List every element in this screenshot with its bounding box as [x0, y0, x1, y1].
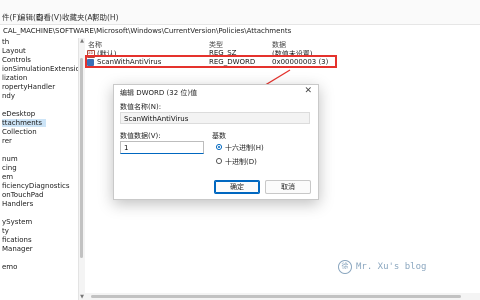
- decimal-radio[interactable]: [216, 158, 222, 164]
- tree-item[interactable]: Controls: [2, 56, 31, 64]
- menu-bar: 件(F) 编辑(E) 查看(V) 收藏夹(A) 帮助(H): [0, 0, 480, 24]
- tree-item[interactable]: onTouchPad: [2, 191, 43, 199]
- scroll-thumb[interactable]: [91, 295, 461, 298]
- tree-scrollbar[interactable]: ▲ ▼: [78, 38, 85, 300]
- tree-item[interactable]: ficiencyDiagnostics: [2, 182, 70, 190]
- registry-tree: th Layout Controls ionSimulationExtensio…: [0, 38, 78, 300]
- tree-item[interactable]: th: [2, 38, 9, 46]
- tree-item[interactable]: Handlers: [2, 200, 33, 208]
- ok-button[interactable]: 确定: [214, 180, 260, 194]
- tree-item-attachments-selected[interactable]: ttachments: [2, 119, 47, 127]
- scroll-thumb[interactable]: [80, 58, 83, 258]
- highlight-box: [85, 55, 337, 68]
- decimal-label[interactable]: 十进制(D): [225, 157, 257, 167]
- tree-item[interactable]: ty: [2, 227, 9, 235]
- value-name-label: 数值名称(N):: [120, 103, 162, 111]
- tree-item[interactable]: Layout: [2, 47, 26, 55]
- tree-item[interactable]: ndy: [2, 92, 15, 100]
- watermark-text: Mr. Xu's blog: [356, 262, 427, 272]
- value-data-input[interactable]: 1: [120, 141, 204, 154]
- address-bar[interactable]: CAL_MACHINE\SOFTWARE\Microsoft\Windows\C…: [0, 24, 480, 39]
- tree-item[interactable]: Manager: [2, 245, 33, 253]
- hex-radio[interactable]: [216, 144, 222, 150]
- edit-dword-dialog: 编辑 DWORD (32 位)值 ✕ 数值名称(N): ScanWithAnti…: [113, 84, 319, 200]
- tree-item[interactable]: emo: [2, 263, 17, 271]
- tree-item[interactable]: eDesktop: [2, 110, 35, 118]
- menu-view[interactable]: 查看(V): [36, 12, 62, 23]
- tree-item[interactable]: em: [2, 173, 13, 181]
- close-icon[interactable]: ✕: [304, 86, 312, 96]
- tree-item[interactable]: lization: [2, 74, 27, 82]
- cancel-button[interactable]: 取消: [265, 180, 311, 194]
- dialog-title: 编辑 DWORD (32 位)值: [120, 89, 198, 97]
- tree-item[interactable]: ropertyHandler: [2, 83, 55, 91]
- tree-item[interactable]: ionSimulationExtensions: [2, 65, 78, 73]
- hex-label[interactable]: 十六进制(H): [225, 143, 264, 153]
- menu-help[interactable]: 帮助(H): [92, 12, 119, 23]
- tree-item[interactable]: num: [2, 155, 18, 163]
- value-data-label: 数值数据(V):: [120, 132, 161, 140]
- address-text: CAL_MACHINE\SOFTWARE\Microsoft\Windows\C…: [3, 27, 292, 35]
- tree-item[interactable]: rer: [2, 137, 12, 145]
- menu-favorites[interactable]: 收藏夹(A): [62, 12, 95, 23]
- tree-item[interactable]: ySystem: [2, 218, 32, 226]
- watermark-logo-icon: 徐: [338, 260, 352, 274]
- horizontal-scrollbar[interactable]: [85, 293, 480, 300]
- value-name-field: ScanWithAntiVirus: [120, 112, 310, 124]
- tree-item[interactable]: Collection: [2, 128, 37, 136]
- tree-item[interactable]: cing: [2, 164, 17, 172]
- tree-item[interactable]: fications: [2, 236, 32, 244]
- base-label: 基数: [212, 132, 226, 140]
